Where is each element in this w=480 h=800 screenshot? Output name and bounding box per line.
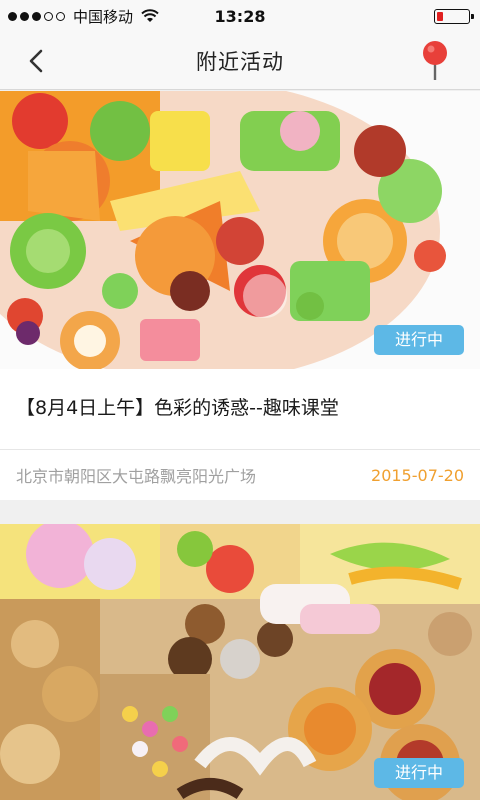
signal-dot bbox=[32, 11, 41, 21]
status-time: 13:28 bbox=[214, 6, 266, 26]
activity-list: 进行中 【8月4日上午】色彩的诱惑--趣味课堂 北京市朝阳区大屯路飘亮阳光广场 … bbox=[0, 91, 480, 800]
carrier-name: 中国移动 bbox=[73, 7, 134, 26]
activity-date: 2015-07-20 bbox=[371, 465, 464, 485]
status-badge: 进行中 bbox=[374, 758, 464, 788]
wifi-icon bbox=[141, 9, 159, 22]
chevron-left-icon[interactable] bbox=[22, 46, 52, 76]
activity-title: 【8月4日上午】色彩的诱惑--趣味课堂 bbox=[16, 397, 339, 419]
signal-strength-icon bbox=[8, 11, 65, 21]
activity-card[interactable]: 进行中 【8月4日上午】色彩的诱惑--趣味课堂 北京市朝阳区大屯路飘亮阳光广场 … bbox=[0, 91, 480, 500]
map-pin-icon[interactable] bbox=[420, 40, 450, 82]
activity-card[interactable]: 进行中 bbox=[0, 524, 480, 800]
signal-dot bbox=[20, 11, 29, 21]
activity-meta: 北京市朝阳区大屯路飘亮阳光广场 2015-07-20 bbox=[0, 450, 480, 500]
page-title: 附近活动 bbox=[196, 50, 284, 74]
signal-dot bbox=[44, 11, 53, 21]
status-bar: 中国移动 13:28 bbox=[0, 0, 480, 32]
navigation-bar: 附近活动 bbox=[0, 32, 480, 90]
battery-icon bbox=[434, 9, 474, 24]
battery-level bbox=[437, 12, 443, 21]
signal-dot bbox=[56, 11, 65, 21]
status-badge: 进行中 bbox=[374, 325, 464, 355]
activity-image-candy: 进行中 bbox=[0, 91, 480, 369]
activity-address: 北京市朝阳区大屯路飘亮阳光广场 bbox=[16, 467, 257, 486]
activity-image-sweets: 进行中 bbox=[0, 524, 480, 800]
signal-dot bbox=[8, 11, 17, 21]
